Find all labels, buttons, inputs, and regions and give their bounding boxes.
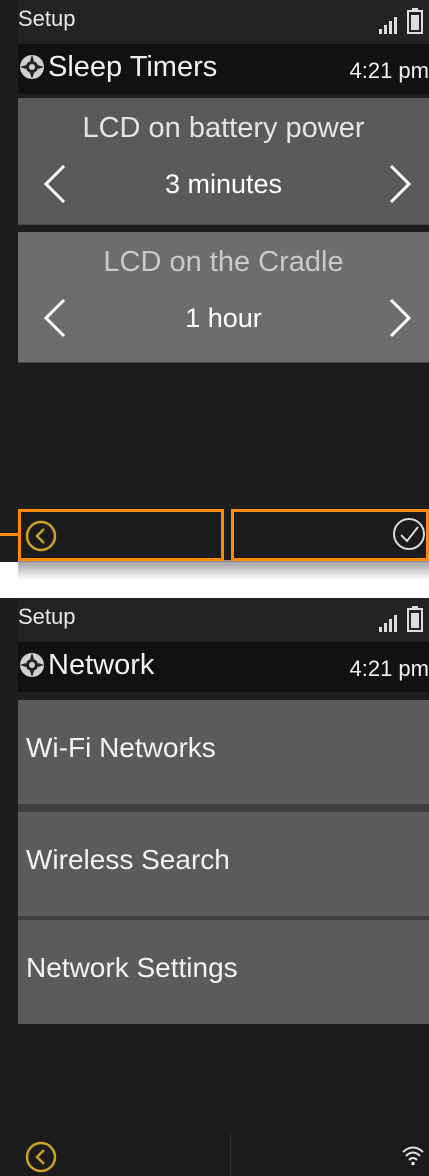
status-bar: Setup <box>18 0 429 44</box>
footer-bar <box>18 1134 429 1176</box>
sleep-timers-screen: Setup Sleep Timers 4:21 pm LCD on batter… <box>0 0 429 562</box>
cradle-timeout-selector: LCD on the Cradle 1 hour <box>18 232 429 363</box>
chevron-right-icon[interactable] <box>387 162 413 206</box>
section-label: Setup <box>18 6 76 31</box>
page-title: Network <box>48 649 155 681</box>
page-title: Sleep Timers <box>48 51 218 83</box>
check-circle-icon[interactable] <box>391 516 427 552</box>
gear-icon <box>20 653 44 677</box>
back-circle-icon[interactable] <box>25 520 57 552</box>
menu-item-wireless-search[interactable]: Wireless Search <box>18 812 429 916</box>
menu-item-network-settings[interactable]: Network Settings <box>18 920 429 1024</box>
gear-icon <box>20 55 44 79</box>
title-bar: Sleep Timers 4:21 pm <box>18 44 429 94</box>
signal-icon <box>379 615 397 632</box>
wifi-icon <box>402 1146 424 1166</box>
menu-item-label: Wireless Search <box>26 844 230 875</box>
callout-line <box>0 533 18 536</box>
battery-icon <box>407 8 423 34</box>
footer-separator <box>230 1134 231 1176</box>
selector-label: LCD on the Cradle <box>103 246 344 278</box>
section-label: Setup <box>18 604 76 629</box>
status-bar: Setup <box>18 598 429 642</box>
clock: 4:21 pm <box>349 656 429 681</box>
signal-icon <box>379 17 397 34</box>
title-bar: Network 4:21 pm <box>18 642 429 692</box>
selector-value: 3 minutes <box>164 169 283 199</box>
battery-icon <box>407 606 423 632</box>
battery-timeout-selector: LCD on battery power 3 minutes <box>18 98 429 225</box>
chevron-right-icon[interactable] <box>387 296 413 340</box>
menu-item-label: Network Settings <box>26 952 238 983</box>
selector-value: 1 hour <box>185 303 262 333</box>
network-screen: Setup Network 4:21 pm Wi-Fi Networks Wir… <box>0 598 429 1176</box>
back-circle-icon[interactable] <box>25 1141 57 1173</box>
screen-shadow <box>18 560 429 580</box>
menu-item-wifi-networks[interactable]: Wi-Fi Networks <box>18 700 429 804</box>
clock: 4:21 pm <box>349 58 429 83</box>
menu-item-label: Wi-Fi Networks <box>26 732 216 763</box>
divider <box>18 804 429 812</box>
selector-label: LCD on battery power <box>82 112 365 144</box>
